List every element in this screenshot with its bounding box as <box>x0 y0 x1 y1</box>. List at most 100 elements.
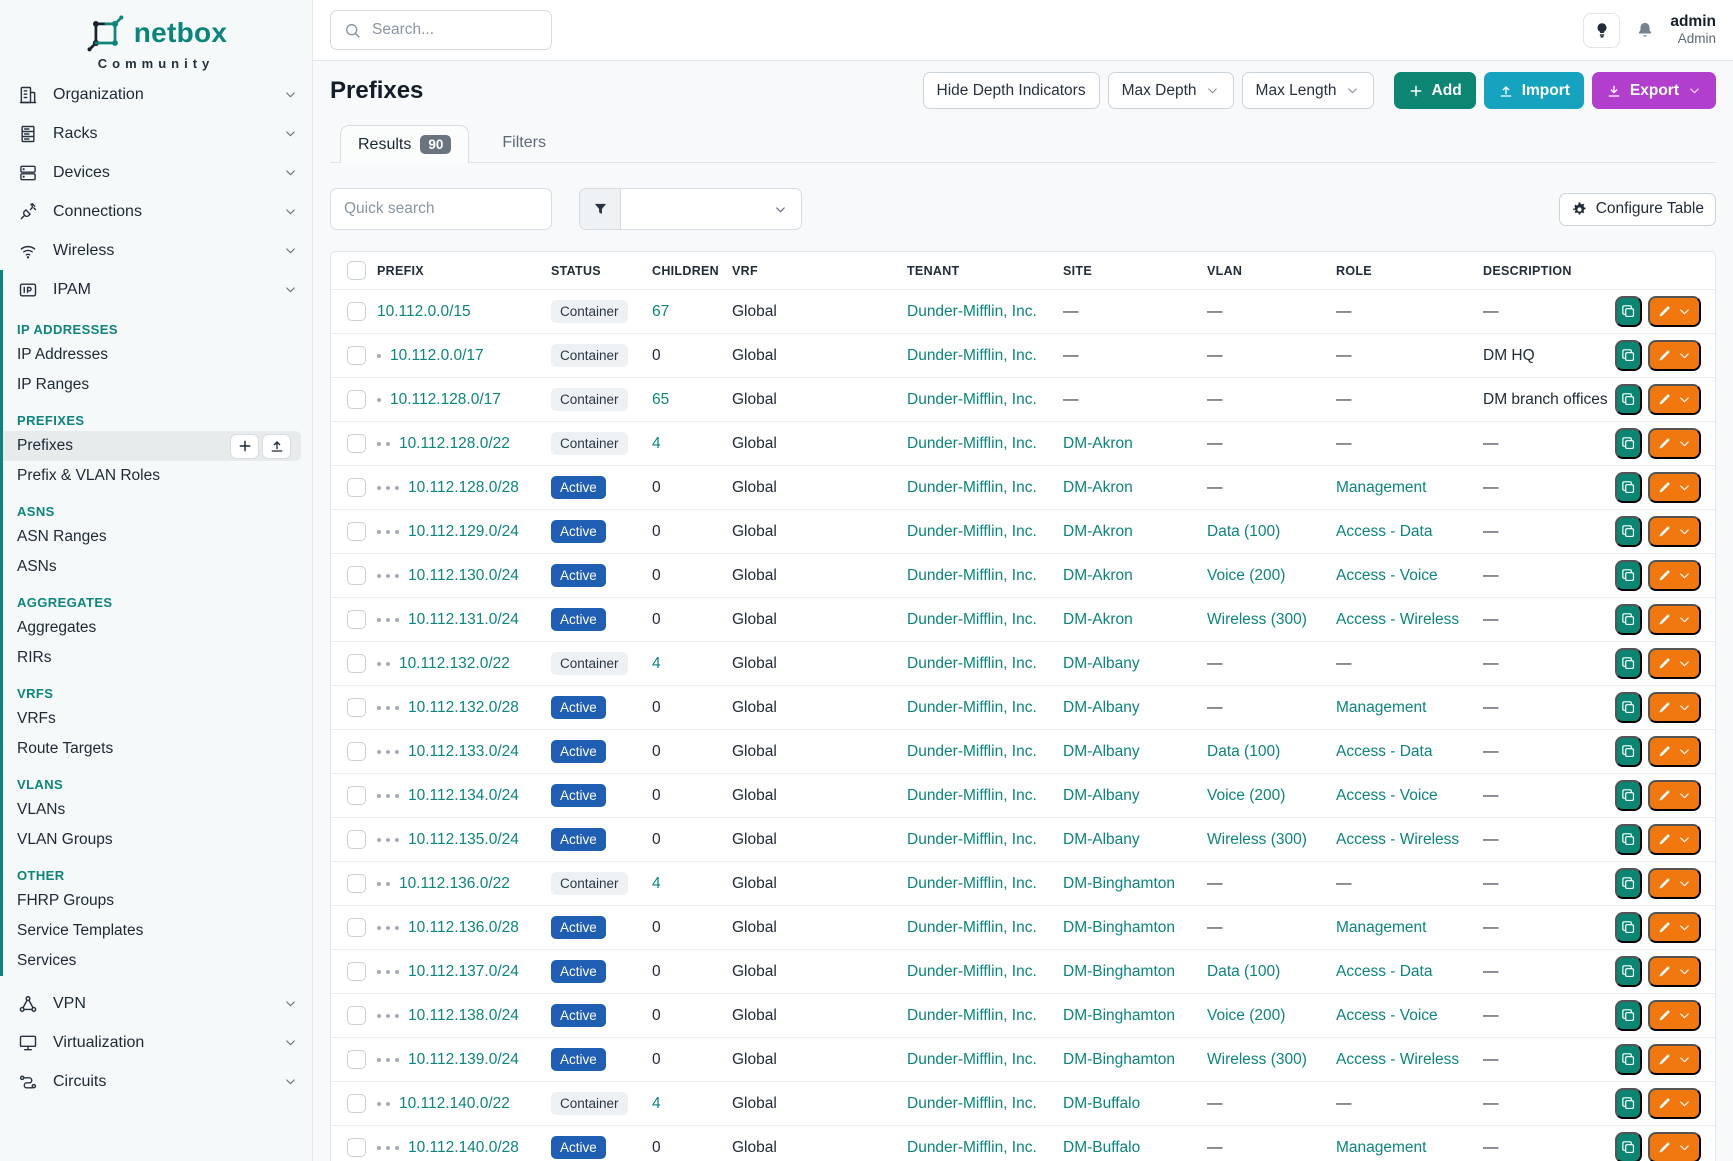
edit-button[interactable] <box>1648 824 1701 855</box>
role-link[interactable]: Access - Voice <box>1336 567 1438 584</box>
prefix-link[interactable]: 10.112.128.0/28 <box>408 479 519 497</box>
role-link[interactable]: Management <box>1336 479 1426 496</box>
tenant-link[interactable]: Dunder-Mifflin, Inc. <box>907 611 1037 628</box>
sidebar-item-aggregates[interactable]: Aggregates <box>3 613 301 643</box>
role-link[interactable]: Access - Voice <box>1336 1007 1438 1024</box>
prefix-link[interactable]: 10.112.128.0/22 <box>399 435 510 453</box>
role-link[interactable]: Access - Voice <box>1336 787 1438 804</box>
tab-results[interactable]: Results 90 <box>340 125 469 163</box>
tenant-link[interactable]: Dunder-Mifflin, Inc. <box>907 875 1037 892</box>
sidebar-item-connections[interactable]: Connections <box>0 192 312 231</box>
row-checkbox[interactable] <box>347 1094 366 1113</box>
copy-button[interactable] <box>1615 736 1642 767</box>
vlan-link[interactable]: Voice (200) <box>1207 787 1285 804</box>
row-checkbox[interactable] <box>347 874 366 893</box>
tenant-link[interactable]: Dunder-Mifflin, Inc. <box>907 1007 1037 1024</box>
vlan-link[interactable]: Wireless (300) <box>1207 1051 1307 1068</box>
copy-button[interactable] <box>1615 472 1642 503</box>
tenant-link[interactable]: Dunder-Mifflin, Inc. <box>907 523 1037 540</box>
edit-button[interactable] <box>1648 384 1701 415</box>
site-link[interactable]: DM-Albany <box>1063 743 1140 760</box>
edit-button[interactable] <box>1648 736 1701 767</box>
prefix-link[interactable]: 10.112.140.0/28 <box>408 1139 519 1157</box>
children-count[interactable]: 4 <box>652 875 661 892</box>
vlan-link[interactable]: Voice (200) <box>1207 1007 1285 1024</box>
edit-button[interactable] <box>1648 648 1701 679</box>
edit-button[interactable] <box>1648 912 1701 943</box>
role-link[interactable]: Access - Data <box>1336 523 1432 540</box>
quick-search-input[interactable] <box>330 188 552 230</box>
export-button[interactable]: Export <box>1592 72 1716 109</box>
edit-button[interactable] <box>1648 560 1701 591</box>
site-link[interactable]: DM-Binghamton <box>1063 963 1175 980</box>
filter-button[interactable] <box>579 188 621 230</box>
row-checkbox[interactable] <box>347 742 366 761</box>
sidebar-item-vlans[interactable]: VLANs <box>3 795 301 825</box>
sidebar-item-organization[interactable]: Organization <box>0 75 312 114</box>
edit-button[interactable] <box>1648 1044 1701 1075</box>
vlan-link[interactable]: Voice (200) <box>1207 567 1285 584</box>
copy-button[interactable] <box>1615 648 1642 679</box>
tenant-link[interactable]: Dunder-Mifflin, Inc. <box>907 1095 1037 1112</box>
hide-depth-indicators-button[interactable]: Hide Depth Indicators <box>923 72 1100 109</box>
prefix-link[interactable]: 10.112.130.0/24 <box>408 567 519 585</box>
children-count[interactable]: 67 <box>652 303 669 320</box>
row-checkbox[interactable] <box>347 1138 366 1157</box>
row-checkbox[interactable] <box>347 830 366 849</box>
row-checkbox[interactable] <box>347 390 366 409</box>
add-button[interactable]: Add <box>1394 72 1476 109</box>
children-count[interactable]: 65 <box>652 391 669 408</box>
global-search-input[interactable] <box>372 21 539 39</box>
edit-button[interactable] <box>1648 956 1701 987</box>
edit-button[interactable] <box>1648 604 1701 635</box>
vlan-link[interactable]: Data (100) <box>1207 743 1280 760</box>
tenant-link[interactable]: Dunder-Mifflin, Inc. <box>907 655 1037 672</box>
edit-button[interactable] <box>1648 1000 1701 1031</box>
site-link[interactable]: DM-Binghamton <box>1063 1007 1175 1024</box>
prefix-link[interactable]: 10.112.139.0/24 <box>408 1051 519 1069</box>
sidebar-item-prefix-vlan-roles[interactable]: Prefix & VLAN Roles <box>3 461 301 491</box>
tenant-link[interactable]: Dunder-Mifflin, Inc. <box>907 435 1037 452</box>
role-link[interactable]: Access - Wireless <box>1336 831 1459 848</box>
edit-button[interactable] <box>1648 340 1701 371</box>
row-checkbox[interactable] <box>347 962 366 981</box>
tenant-link[interactable]: Dunder-Mifflin, Inc. <box>907 831 1037 848</box>
edit-button[interactable] <box>1648 780 1701 811</box>
brand-logo[interactable]: netbox Community <box>0 0 312 75</box>
prefix-link[interactable]: 10.112.132.0/28 <box>408 699 519 717</box>
prefix-link[interactable]: 10.112.135.0/24 <box>408 831 519 849</box>
prefix-link[interactable]: 10.112.133.0/24 <box>408 743 519 761</box>
site-link[interactable]: DM-Binghamton <box>1063 875 1175 892</box>
max-depth-dropdown[interactable]: Max Depth <box>1108 72 1234 109</box>
copy-button[interactable] <box>1615 1132 1642 1161</box>
row-checkbox[interactable] <box>347 302 366 321</box>
site-link[interactable]: DM-Binghamton <box>1063 919 1175 936</box>
edit-button[interactable] <box>1648 868 1701 899</box>
sidebar-item-racks[interactable]: Racks <box>0 114 312 153</box>
tenant-link[interactable]: Dunder-Mifflin, Inc. <box>907 567 1037 584</box>
sidebar-item-fhrp-groups[interactable]: FHRP Groups <box>3 886 301 916</box>
import-button[interactable]: Import <box>1484 72 1584 109</box>
edit-button[interactable] <box>1648 1132 1701 1161</box>
prefix-link[interactable]: 10.112.138.0/24 <box>408 1007 519 1025</box>
configure-table-button[interactable]: Configure Table <box>1559 193 1716 226</box>
sidebar-item-devices[interactable]: Devices <box>0 153 312 192</box>
copy-button[interactable] <box>1615 692 1642 723</box>
sidebar-item-ipam[interactable]: IPAM <box>3 270 312 309</box>
sidebar-item-vlan-groups[interactable]: VLAN Groups <box>3 825 301 855</box>
sidebar-item-vpn[interactable]: VPN <box>0 984 312 1023</box>
tenant-link[interactable]: Dunder-Mifflin, Inc. <box>907 1051 1037 1068</box>
copy-button[interactable] <box>1615 824 1642 855</box>
site-link[interactable]: DM-Binghamton <box>1063 1051 1175 1068</box>
children-count[interactable]: 4 <box>652 1095 661 1112</box>
edit-button[interactable] <box>1648 692 1701 723</box>
sidebar-item-wireless[interactable]: Wireless <box>0 231 312 270</box>
copy-button[interactable] <box>1615 340 1642 371</box>
theme-toggle-button[interactable] <box>1583 13 1620 48</box>
tenant-link[interactable]: Dunder-Mifflin, Inc. <box>907 919 1037 936</box>
row-checkbox[interactable] <box>347 610 366 629</box>
role-link[interactable]: Access - Data <box>1336 743 1432 760</box>
tenant-link[interactable]: Dunder-Mifflin, Inc. <box>907 699 1037 716</box>
row-checkbox[interactable] <box>347 918 366 937</box>
copy-button[interactable] <box>1615 604 1642 635</box>
